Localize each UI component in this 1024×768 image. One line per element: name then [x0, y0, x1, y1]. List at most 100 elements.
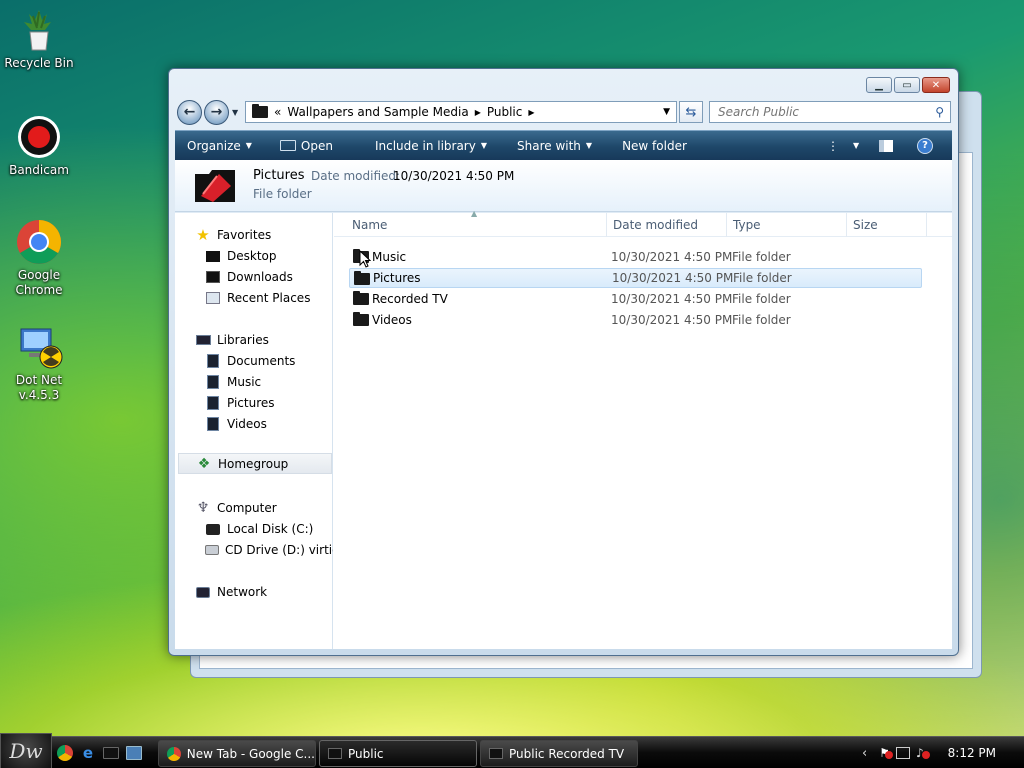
nav-desktop[interactable]: Desktop [175, 246, 333, 266]
nav-local-disk[interactable]: Local Disk (C:) [175, 519, 333, 539]
desktop-icon-google-chrome[interactable]: Google Chrome [4, 218, 74, 298]
recycle-bin-icon [15, 6, 63, 54]
new-folder-button[interactable]: New folder [606, 131, 701, 161]
quicklaunch-chrome-icon[interactable] [57, 745, 73, 761]
file-list[interactable]: Name ▲ Date modified Type Size Music 10/… [334, 209, 952, 649]
file-type: File folder [733, 271, 792, 285]
taskbar-button-public-recorded-tv[interactable]: Public Recorded TV [480, 740, 638, 767]
dropdown-arrow-icon: ▼ [853, 141, 860, 150]
desktop-icon-dot-net[interactable]: Dot Net v.4.5.3 [4, 323, 74, 403]
explorer-window[interactable]: ▁ ▭ ✕ ← → ▼ « Wallpapers and Sample Medi… [168, 68, 959, 656]
include-in-library-label: Include in library [374, 138, 476, 153]
show-hidden-icons-chevron-icon[interactable]: ‹ [862, 746, 867, 761]
address-row: ← → ▼ « Wallpapers and Sample Media ▶ Pu… [177, 99, 951, 125]
breadcrumb-separator-icon[interactable]: ▶ [528, 108, 534, 117]
address-dropdown-icon[interactable]: ▼ [663, 107, 670, 117]
nav-label: Computer [217, 501, 277, 515]
file-row-recorded-tv[interactable]: Recorded TV 10/30/2021 4:50 PM File fold… [349, 289, 922, 309]
nav-label: Homegroup [218, 456, 289, 471]
dropdown-arrow-icon: ▼ [585, 141, 593, 150]
file-name: Videos [372, 313, 412, 327]
preview-pane-button[interactable] [873, 131, 899, 161]
pictures-library-icon [205, 396, 221, 410]
organize-button[interactable]: Organize ▼ [175, 131, 266, 161]
share-with-label: Share with [517, 138, 581, 153]
quicklaunch-show-desktop-icon[interactable] [126, 746, 142, 760]
volume-muted-icon[interactable]: ♪ [916, 746, 930, 760]
nav-cd-drive[interactable]: CD Drive (D:) virtio-w [175, 540, 333, 560]
notification-area: ‹ ⚑ ♪ 8:12 PM [862, 737, 1024, 768]
nav-documents[interactable]: Documents [175, 351, 333, 371]
clock[interactable]: 8:12 PM [948, 746, 996, 760]
taskbar-button-chrome[interactable]: New Tab - Google C... [158, 740, 316, 767]
column-header-name[interactable]: Name ▲ [334, 209, 607, 237]
column-header-date-modified[interactable]: Date modified [607, 213, 727, 237]
open-button[interactable]: Open [266, 131, 347, 161]
column-header-type[interactable]: Type [727, 213, 847, 237]
file-name: Pictures [373, 271, 421, 285]
nav-homegroup[interactable]: ❖ Homegroup [178, 453, 332, 474]
nav-favorites[interactable]: ★ Favorites [175, 225, 333, 245]
details-pane: Pictures Date modified: 10/30/2021 4:50 … [175, 160, 952, 212]
help-icon: ? [917, 137, 933, 154]
folder-icon [353, 291, 369, 305]
nav-label: Local Disk (C:) [227, 522, 314, 536]
file-name: Recorded TV [372, 292, 448, 306]
minimize-icon: ▁ [875, 79, 883, 91]
column-header-label: Type [733, 218, 761, 232]
forward-button[interactable]: → [204, 99, 229, 125]
nav-videos[interactable]: Videos [175, 414, 333, 434]
search-icon[interactable]: ⚲ [935, 105, 944, 119]
taskbar-button-public[interactable]: Public [319, 740, 477, 767]
desktop-icon-recycle-bin[interactable]: Recycle Bin [4, 6, 74, 71]
breadcrumb-wallpapers[interactable]: Wallpapers and Sample Media [287, 105, 468, 119]
nav-computer[interactable]: ♆ Computer [175, 498, 333, 518]
file-type: File folder [732, 313, 791, 327]
computer-icon: ♆ [196, 500, 210, 516]
share-with-button[interactable]: Share with ▼ [501, 131, 606, 161]
file-row-videos[interactable]: Videos 10/30/2021 4:50 PM File folder [349, 310, 922, 330]
nav-music[interactable]: Music [175, 372, 333, 392]
nav-libraries[interactable]: Libraries [175, 330, 333, 350]
action-center-warning-icon[interactable]: ⚑ [879, 746, 894, 760]
change-view-button[interactable]: ⋮ ▼ [821, 131, 865, 161]
nav-network[interactable]: Network [175, 582, 333, 602]
file-row-music[interactable]: Music 10/30/2021 4:50 PM File folder [349, 247, 922, 267]
back-arrow-icon: ← [183, 104, 196, 120]
refresh-button[interactable]: ⇆ [679, 101, 703, 123]
taskbar: Dw e New Tab - Google C... Public Public… [0, 733, 1024, 768]
address-overflow[interactable]: « [274, 105, 281, 119]
quicklaunch-explorer-icon[interactable] [103, 747, 119, 759]
file-row-pictures[interactable]: Pictures 10/30/2021 4:50 PM File folder [349, 268, 922, 288]
recent-pages-dropdown[interactable]: ▼ [232, 108, 238, 117]
taskbar-button-label: New Tab - Google C... [186, 746, 315, 761]
quicklaunch-ie-icon[interactable]: e [80, 744, 96, 762]
desktop-icon-bandicam[interactable]: Bandicam [4, 113, 74, 178]
back-button[interactable]: ← [177, 99, 202, 125]
navigation-pane[interactable]: ★ Favorites Desktop Downloads Recent Pla… [175, 213, 333, 649]
address-bar[interactable]: « Wallpapers and Sample Media ▶ Public ▶… [245, 101, 677, 123]
maximize-button[interactable]: ▭ [894, 77, 920, 93]
nav-label: Documents [227, 354, 296, 368]
network-tray-icon[interactable] [895, 747, 910, 759]
help-button[interactable]: ? [911, 131, 939, 161]
local-disk-icon [205, 522, 221, 536]
column-header-size[interactable]: Size [847, 213, 927, 237]
breadcrumb-public[interactable]: Public [487, 105, 523, 119]
folder-icon [353, 312, 369, 326]
include-in-library-button[interactable]: Include in library ▼ [347, 131, 501, 161]
nav-downloads[interactable]: Downloads [175, 267, 333, 287]
chrome-icon [167, 746, 181, 761]
breadcrumb-separator-icon[interactable]: ▶ [475, 108, 481, 117]
nav-pictures[interactable]: Pictures [175, 393, 333, 413]
new-folder-label: New folder [622, 138, 687, 153]
minimize-button[interactable]: ▁ [866, 77, 892, 93]
favorites-star-icon: ★ [196, 226, 210, 244]
close-button[interactable]: ✕ [922, 77, 950, 93]
search-box[interactable]: ⚲ [709, 101, 951, 123]
nav-recent-places[interactable]: Recent Places [175, 288, 333, 308]
file-date: 10/30/2021 4:50 PM [611, 292, 733, 306]
music-library-icon [205, 375, 221, 389]
start-button[interactable]: Dw [0, 733, 52, 768]
search-input[interactable] [718, 105, 928, 119]
